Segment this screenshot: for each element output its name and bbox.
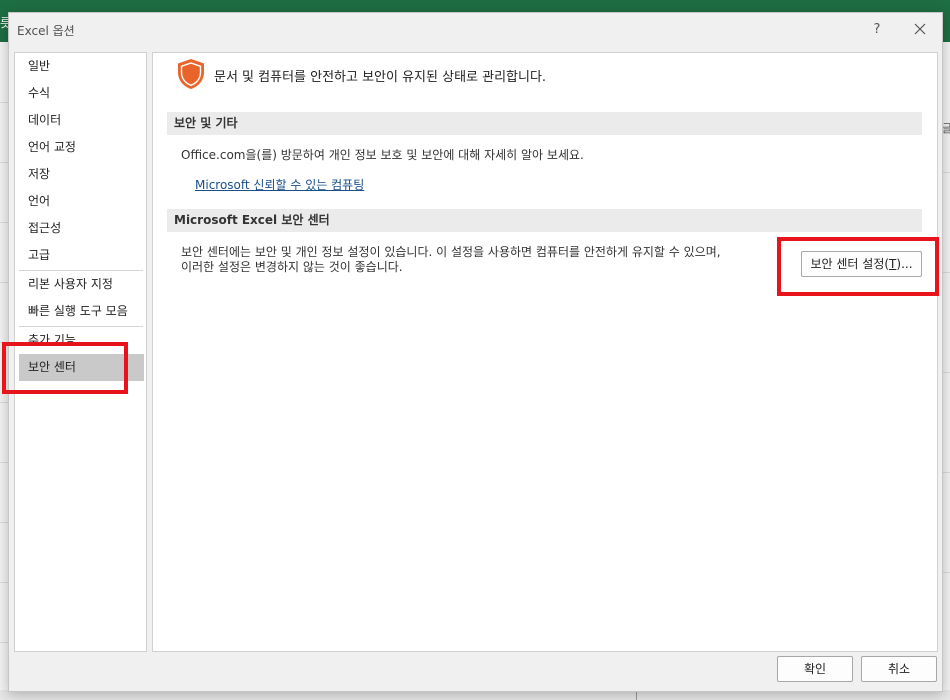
cancel-button[interactable]: 취소: [861, 656, 937, 682]
excel-right-edge-text: 글: [942, 122, 950, 135]
nav-item-formulas[interactable]: 수식: [19, 80, 144, 107]
trust-center-settings-button[interactable]: 보안 센터 설정(T)...: [801, 251, 922, 277]
nav-item-quick-access-toolbar[interactable]: 빠른 실행 도구 모음: [19, 298, 144, 325]
nav-item-customize-ribbon[interactable]: 리본 사용자 지정: [19, 271, 144, 298]
section-trust-center-header: Microsoft Excel 보안 센터: [167, 209, 922, 232]
nav-item-proofing[interactable]: 언어 교정: [19, 134, 144, 161]
nav-item-save[interactable]: 저장: [19, 161, 144, 188]
trust-button-prefix: 보안 센터 설정(: [810, 257, 890, 271]
trust-center-description-line2: 이러한 설정은 변경하지 않는 것이 좋습니다.: [181, 260, 403, 274]
close-button[interactable]: [905, 16, 935, 44]
shield-icon: [178, 59, 204, 89]
ok-button[interactable]: 확인: [777, 656, 853, 682]
trust-button-suffix: )...: [896, 257, 913, 271]
help-button[interactable]: ?: [862, 16, 892, 44]
section-privacy-header: 보안 및 기타: [167, 112, 922, 135]
nav-item-accessibility[interactable]: 접근성: [19, 215, 144, 242]
trustworthy-computing-link[interactable]: Microsoft 신뢰할 수 있는 컴퓨팅: [195, 176, 364, 193]
close-icon: [914, 23, 926, 35]
options-nav: 일반 수식 데이터 언어 교정 저장 언어 접근성 고급 리본 사용자 지정 빠…: [14, 52, 147, 652]
dialog-title: Excel 옵션: [17, 24, 75, 38]
trust-center-description-line1: 보안 센터에는 보안 및 개인 정보 설정이 있습니다. 이 설정을 사용하면 …: [181, 245, 721, 259]
nav-item-data[interactable]: 데이터: [19, 107, 144, 134]
nav-item-add-ins[interactable]: 추가 기능: [19, 327, 144, 354]
trust-center-content: 문서 및 컴퓨터를 안전하고 보안이 유지된 상태로 관리합니다. 보안 및 기…: [152, 52, 938, 652]
nav-item-language[interactable]: 언어: [19, 188, 144, 215]
excel-options-dialog: Excel 옵션 ? 일반 수식 데이터 언어 교정 저장 언어 접근성 고급 …: [8, 12, 943, 692]
trust-center-header: 문서 및 컴퓨터를 안전하고 보안이 유지된 상태로 관리합니다.: [214, 70, 547, 85]
nav-item-advanced[interactable]: 고급: [19, 242, 144, 269]
nav-item-general[interactable]: 일반: [19, 53, 144, 80]
nav-item-trust-center[interactable]: 보안 센터: [19, 354, 144, 381]
privacy-description: Office.com을(를) 방문하여 개인 정보 보호 및 보안에 대해 자세…: [181, 148, 584, 162]
